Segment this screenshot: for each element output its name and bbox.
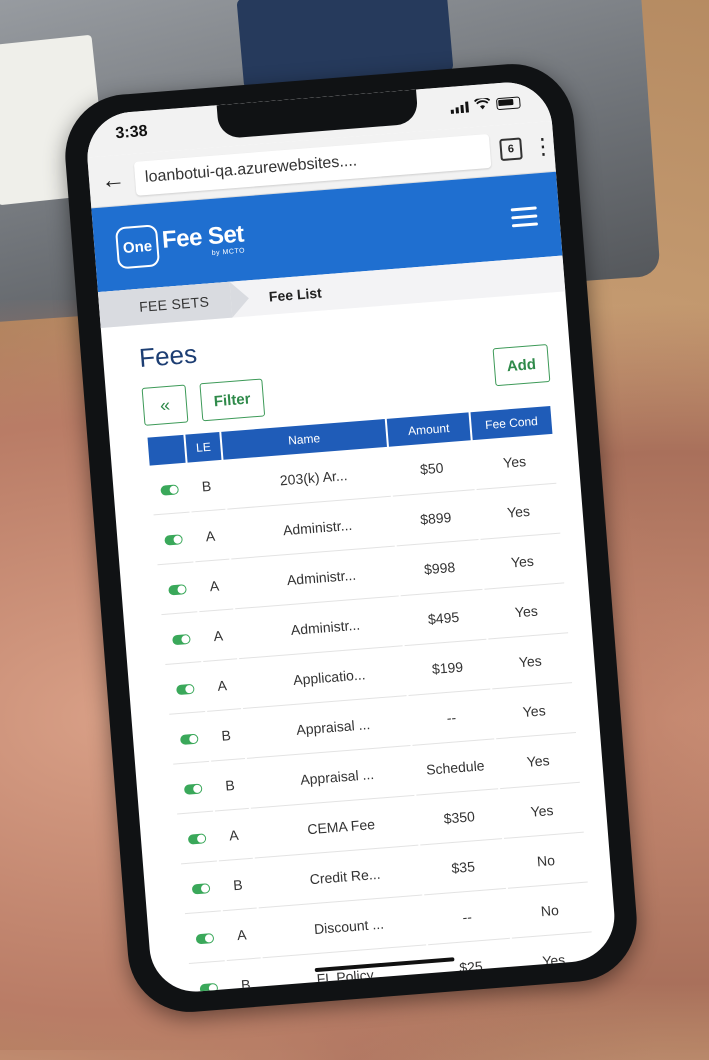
logo-one-badge: One (114, 224, 161, 270)
le-cell: B (187, 459, 226, 513)
fee-cond-cell: Yes (480, 533, 565, 590)
amount-cell: $350 (416, 789, 503, 846)
amount-cell: -- (424, 888, 510, 946)
active-toggle[interactable] (183, 783, 203, 795)
overflow-menu-icon[interactable]: ⋮ (531, 133, 555, 160)
fees-table: LE Name Amount Fee Cond B 203(k) Ar... $50… (146, 405, 598, 995)
battery-icon (495, 96, 521, 111)
active-toggle-cell (161, 612, 202, 665)
active-toggle-cell (157, 562, 198, 616)
active-toggle[interactable] (187, 833, 207, 845)
le-cell: A (191, 509, 230, 563)
fee-cond-cell: Yes (500, 782, 584, 839)
active-toggle[interactable] (191, 882, 211, 895)
tab-count-button[interactable]: 6 (499, 137, 523, 162)
amount-cell: $495 (400, 589, 487, 647)
fee-cond-cell: No (504, 832, 588, 889)
status-time: 3:38 (114, 122, 149, 143)
onefeeset-logo[interactable]: One Fee Set by MCTO (114, 218, 246, 270)
fee-cond-cell: No (508, 882, 592, 939)
amount-cell: $50 (388, 440, 475, 497)
filter-button[interactable]: Filter (199, 378, 265, 422)
url-text: loanbotui-qa.azurewebsites.... (144, 152, 358, 187)
column-header-le[interactable]: LE (185, 432, 222, 463)
hamburger-menu-icon[interactable] (510, 205, 539, 227)
active-toggle-cell (153, 512, 194, 566)
amount-cell: Schedule (412, 739, 499, 796)
active-toggle[interactable] (172, 633, 191, 646)
phone-screen: 3:38 ← loanbotui-qa.azurewebsites.... 6 … (84, 79, 618, 995)
active-toggle[interactable] (175, 683, 195, 695)
le-cell: B (211, 758, 249, 812)
le-cell: A (222, 908, 261, 962)
active-toggle-cell (169, 711, 210, 765)
fee-cond-cell: Yes (488, 633, 573, 690)
amount-cell: $199 (404, 639, 491, 696)
fee-cond-cell: Yes (511, 932, 596, 989)
add-button[interactable]: Add (492, 343, 551, 387)
back-arrow-icon[interactable]: ← (100, 166, 126, 196)
le-cell: A (203, 659, 242, 712)
status-icons (450, 94, 521, 116)
le-cell: A (195, 559, 234, 613)
active-toggle[interactable] (179, 733, 199, 745)
wifi-icon (473, 96, 491, 114)
fee-cond-cell: Yes (484, 583, 569, 640)
active-toggle-cell (181, 861, 221, 915)
collapse-button[interactable]: « (141, 384, 189, 426)
active-toggle[interactable] (164, 534, 183, 546)
amount-cell: $998 (396, 539, 483, 597)
le-cell: B (207, 709, 246, 762)
amount-cell: -- (408, 689, 495, 746)
fees-table-body: B 203(k) Ar... $50 Yes A Administr... $899 Yes A… (149, 433, 596, 995)
signal-icon (450, 100, 469, 114)
fee-cond-cell: Yes (496, 732, 580, 790)
active-toggle-cell (149, 462, 190, 516)
active-toggle-cell (185, 911, 225, 965)
le-cell: A (215, 808, 253, 862)
amount-cell: $899 (392, 490, 479, 547)
le-cell: B (226, 958, 265, 995)
active-toggle[interactable] (195, 932, 215, 945)
active-toggle[interactable] (168, 583, 187, 596)
fee-cond-cell: Yes (472, 433, 557, 490)
fee-cond-cell: Yes (492, 683, 576, 740)
active-toggle-cell (188, 961, 229, 995)
amount-cell: $25 (428, 938, 514, 995)
main-content: Fees « Filter Add LE Name Amount Fee Con… (101, 291, 618, 995)
active-toggle[interactable] (160, 484, 180, 496)
le-cell: A (199, 609, 238, 662)
phone-frame: 3:38 ← loanbotui-qa.azurewebsites.... 6 … (60, 59, 642, 1017)
active-toggle-cell (177, 811, 217, 865)
active-toggle-cell (165, 662, 206, 715)
column-header-toggle (147, 434, 186, 466)
active-toggle-cell (173, 761, 214, 815)
le-cell: B (218, 858, 257, 912)
active-toggle[interactable] (199, 982, 219, 995)
fee-cond-cell: Yes (476, 483, 561, 540)
amount-cell: $35 (420, 839, 507, 896)
